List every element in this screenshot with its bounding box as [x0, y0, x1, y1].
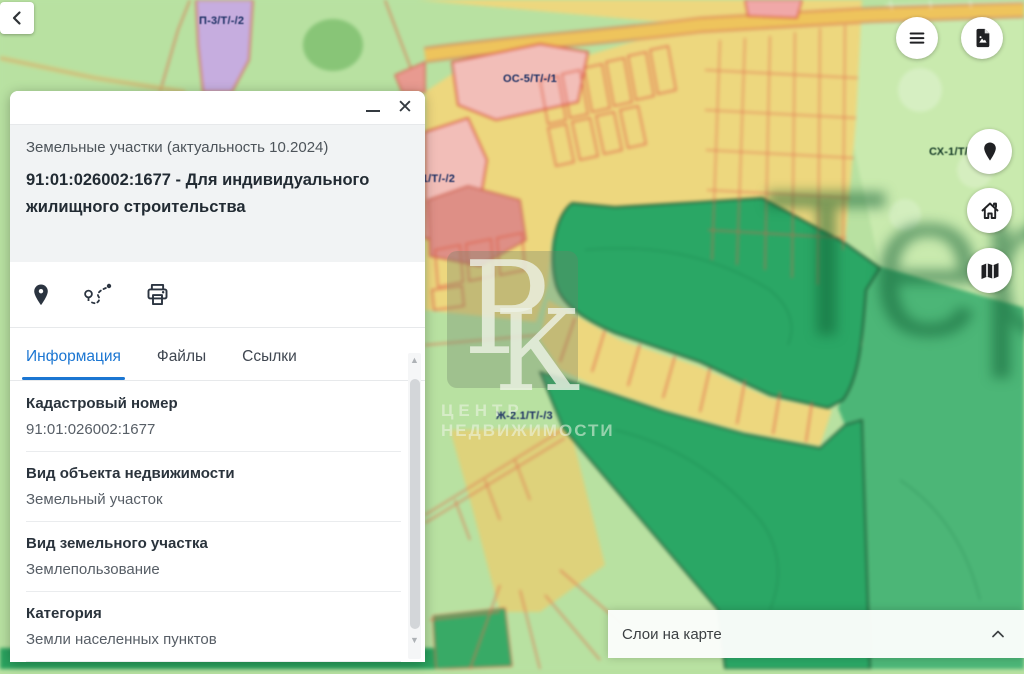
- panel-window-controls: ✕: [10, 91, 425, 125]
- home-icon: [978, 199, 1002, 223]
- field-label: Категория: [26, 605, 401, 622]
- tab-files[interactable]: Файлы: [157, 348, 206, 380]
- locate-button[interactable]: [967, 129, 1012, 174]
- file-image-icon: [971, 27, 993, 49]
- printer-icon: [144, 281, 171, 308]
- watermark-monogram: К: [494, 296, 581, 408]
- hamburger-icon: [906, 27, 928, 49]
- field-label: Вид земельного участка: [26, 535, 401, 552]
- scrollbar-thumb[interactable]: [410, 379, 420, 629]
- tab-information[interactable]: Информация: [26, 348, 121, 380]
- layer-subtitle: Земельные участки (актуальность 10.2024): [26, 139, 409, 156]
- chevron-up-icon: [988, 624, 1008, 644]
- scroll-down-arrow[interactable]: ▼: [408, 633, 421, 647]
- minimize-button[interactable]: [361, 95, 385, 119]
- zone-label: П-3/Т/-/2: [199, 15, 244, 27]
- basemap-button[interactable]: [967, 248, 1012, 293]
- watermark-text: ЦЕНТР: [441, 401, 524, 421]
- panel-actions: [10, 262, 425, 328]
- back-button[interactable]: [0, 2, 34, 34]
- panel-tabs: Информация Файлы Ссылки: [10, 328, 425, 381]
- location-pin-icon: [978, 140, 1002, 164]
- home-button[interactable]: [967, 188, 1012, 233]
- field-row: Кадастровый номер 91:01:026002:1677: [26, 382, 401, 452]
- zone-label: ОС-5/Т/-/1: [503, 73, 557, 85]
- panel-header: Земельные участки (актуальность 10.2024)…: [10, 125, 425, 262]
- close-icon: ✕: [397, 98, 413, 117]
- zone-label: СХ-1/Т/: [929, 146, 968, 158]
- locate-parcel-button[interactable]: [30, 282, 52, 308]
- menu-button[interactable]: [896, 17, 938, 59]
- location-pin-icon: [30, 282, 52, 308]
- parcel-info-panel: ✕ Земельные участки (актуальность 10.202…: [10, 91, 425, 662]
- field-value: Земельный участок: [26, 491, 401, 508]
- document-export-button[interactable]: [961, 17, 1003, 59]
- parcel-fields-list: Кадастровый номер 91:01:026002:1677 Вид …: [26, 382, 401, 662]
- layers-panel-toggle[interactable]: Слои на карте: [608, 610, 1024, 658]
- field-value: 91:01:026002:1677: [26, 421, 401, 438]
- minus-icon: [366, 110, 380, 113]
- route-icon: [82, 281, 114, 309]
- field-label: Кадастровый номер: [26, 395, 401, 412]
- field-value: Землепользование: [26, 561, 401, 578]
- route-button[interactable]: [82, 281, 114, 309]
- scroll-up-arrow[interactable]: ▲: [408, 353, 421, 367]
- chevron-left-icon: [9, 10, 25, 26]
- watermark-text: НЕДВИЖИМОСТИ: [441, 421, 615, 441]
- field-value: Земли населенных пунктов: [26, 631, 401, 648]
- field-row: Вид объекта недвижимости Земельный участ…: [26, 452, 401, 522]
- field-row: Вид земельного участка Землепользование: [26, 522, 401, 592]
- parcel-title: 91:01:026002:1677 - Для индивидуального …: [26, 167, 401, 221]
- panel-scrollbar[interactable]: ▲ ▼: [408, 353, 421, 659]
- field-label: Вид объекта недвижимости: [26, 465, 401, 482]
- print-button[interactable]: [144, 281, 171, 308]
- close-button[interactable]: ✕: [393, 95, 417, 119]
- field-row: Категория Земли населенных пунктов: [26, 592, 401, 662]
- layers-panel-title: Слои на карте: [622, 626, 722, 643]
- map-icon: [978, 259, 1002, 283]
- tab-links[interactable]: Ссылки: [242, 348, 297, 380]
